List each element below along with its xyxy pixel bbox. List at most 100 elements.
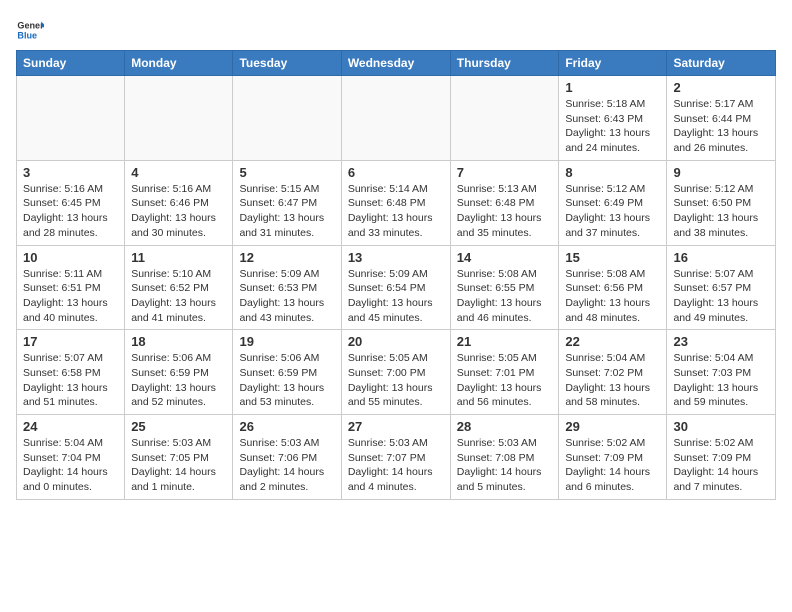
day-info: Sunrise: 5:10 AM Sunset: 6:52 PM Dayligh…: [131, 267, 226, 326]
calendar-cell: 28 Sunrise: 5:03 AM Sunset: 7:08 PM Dayli…: [450, 415, 559, 500]
day-info: Sunrise: 5:07 AM Sunset: 6:57 PM Dayligh…: [673, 267, 769, 326]
day-info: Sunrise: 5:05 AM Sunset: 7:00 PM Dayligh…: [348, 351, 444, 410]
calendar-cell: 9 Sunrise: 5:12 AM Sunset: 6:50 PM Daylig…: [667, 160, 776, 245]
calendar-cell: 14 Sunrise: 5:08 AM Sunset: 6:55 PM Dayli…: [450, 245, 559, 330]
day-info: Sunrise: 5:12 AM Sunset: 6:49 PM Dayligh…: [565, 182, 660, 241]
day-number: 13: [348, 250, 444, 265]
day-info: Sunrise: 5:11 AM Sunset: 6:51 PM Dayligh…: [23, 267, 118, 326]
day-info: Sunrise: 5:08 AM Sunset: 6:56 PM Dayligh…: [565, 267, 660, 326]
day-number: 11: [131, 250, 226, 265]
day-number: 25: [131, 419, 226, 434]
day-number: 24: [23, 419, 118, 434]
day-number: 2: [673, 80, 769, 95]
day-number: 19: [239, 334, 334, 349]
calendar-cell: 7Sunrise: 5:13 AM Sunset: 6:48 PM Daylig…: [450, 160, 559, 245]
day-info: Sunrise: 5:18 AM Sunset: 6:43 PM Dayligh…: [565, 97, 660, 156]
day-number: 16: [673, 250, 769, 265]
day-info: Sunrise: 5:03 AM Sunset: 7:07 PM Dayligh…: [348, 436, 444, 495]
logo: General Blue: [16, 16, 44, 44]
day-info: Sunrise: 5:12 AM Sunset: 6:50 PM Dayligh…: [673, 182, 769, 241]
calendar-cell: 13 Sunrise: 5:09 AM Sunset: 6:54 PM Dayli…: [341, 245, 450, 330]
calendar-cell: 10 Sunrise: 5:11 AM Sunset: 6:51 PM Dayli…: [17, 245, 125, 330]
day-info: Sunrise: 5:02 AM Sunset: 7:09 PM Dayligh…: [673, 436, 769, 495]
day-info: Sunrise: 5:04 AM Sunset: 7:04 PM Dayligh…: [23, 436, 118, 495]
calendar-cell: [341, 76, 450, 161]
day-number: 3: [23, 165, 118, 180]
calendar-week-row: 24 Sunrise: 5:04 AM Sunset: 7:04 PM Dayli…: [17, 415, 776, 500]
day-info: Sunrise: 5:03 AM Sunset: 7:06 PM Dayligh…: [239, 436, 334, 495]
calendar-table: SundayMondayTuesdayWednesdayThursdayFrid…: [16, 50, 776, 500]
calendar-cell: [450, 76, 559, 161]
calendar-cell: 5Sunrise: 5:15 AM Sunset: 6:47 PM Daylig…: [233, 160, 341, 245]
calendar-cell: [125, 76, 233, 161]
calendar-cell: 23 Sunrise: 5:04 AM Sunset: 7:03 PM Dayli…: [667, 330, 776, 415]
day-info: Sunrise: 5:13 AM Sunset: 6:48 PM Dayligh…: [457, 182, 553, 241]
calendar-header-row: SundayMondayTuesdayWednesdayThursdayFrid…: [17, 51, 776, 76]
calendar-cell: 18 Sunrise: 5:06 AM Sunset: 6:59 PM Dayli…: [125, 330, 233, 415]
day-number: 8: [565, 165, 660, 180]
calendar-cell: 20 Sunrise: 5:05 AM Sunset: 7:00 PM Dayli…: [341, 330, 450, 415]
day-info: Sunrise: 5:06 AM Sunset: 6:59 PM Dayligh…: [239, 351, 334, 410]
column-header-friday: Friday: [559, 51, 667, 76]
day-info: Sunrise: 5:04 AM Sunset: 7:03 PM Dayligh…: [673, 351, 769, 410]
day-number: 29: [565, 419, 660, 434]
day-number: 23: [673, 334, 769, 349]
day-info: Sunrise: 5:03 AM Sunset: 7:08 PM Dayligh…: [457, 436, 553, 495]
calendar-cell: 29 Sunrise: 5:02 AM Sunset: 7:09 PM Dayli…: [559, 415, 667, 500]
day-number: 30: [673, 419, 769, 434]
day-info: Sunrise: 5:14 AM Sunset: 6:48 PM Dayligh…: [348, 182, 444, 241]
calendar-cell: 1 Sunrise: 5:18 AM Sunset: 6:43 PM Daylig…: [559, 76, 667, 161]
day-info: Sunrise: 5:09 AM Sunset: 6:54 PM Dayligh…: [348, 267, 444, 326]
calendar-cell: 11 Sunrise: 5:10 AM Sunset: 6:52 PM Dayli…: [125, 245, 233, 330]
day-info: Sunrise: 5:05 AM Sunset: 7:01 PM Dayligh…: [457, 351, 553, 410]
day-number: 4: [131, 165, 226, 180]
calendar-cell: 30 Sunrise: 5:02 AM Sunset: 7:09 PM Dayli…: [667, 415, 776, 500]
day-info: Sunrise: 5:03 AM Sunset: 7:05 PM Dayligh…: [131, 436, 226, 495]
calendar-cell: 19 Sunrise: 5:06 AM Sunset: 6:59 PM Dayli…: [233, 330, 341, 415]
column-header-monday: Monday: [125, 51, 233, 76]
calendar-week-row: 10 Sunrise: 5:11 AM Sunset: 6:51 PM Dayli…: [17, 245, 776, 330]
calendar-cell: 22 Sunrise: 5:04 AM Sunset: 7:02 PM Dayli…: [559, 330, 667, 415]
day-number: 26: [239, 419, 334, 434]
day-number: 14: [457, 250, 553, 265]
column-header-thursday: Thursday: [450, 51, 559, 76]
day-info: Sunrise: 5:09 AM Sunset: 6:53 PM Dayligh…: [239, 267, 334, 326]
day-number: 20: [348, 334, 444, 349]
calendar-cell: 2 Sunrise: 5:17 AM Sunset: 6:44 PM Daylig…: [667, 76, 776, 161]
day-number: 1: [565, 80, 660, 95]
day-number: 17: [23, 334, 118, 349]
calendar-cell: 17 Sunrise: 5:07 AM Sunset: 6:58 PM Dayli…: [17, 330, 125, 415]
calendar-week-row: 3 Sunrise: 5:16 AM Sunset: 6:45 PM Daylig…: [17, 160, 776, 245]
page-header: General Blue: [16, 16, 776, 44]
logo-icon: General Blue: [16, 16, 44, 44]
day-number: 28: [457, 419, 553, 434]
calendar-cell: 4Sunrise: 5:16 AM Sunset: 6:46 PM Daylig…: [125, 160, 233, 245]
day-number: 18: [131, 334, 226, 349]
svg-text:Blue: Blue: [17, 30, 37, 40]
calendar-cell: 21 Sunrise: 5:05 AM Sunset: 7:01 PM Dayli…: [450, 330, 559, 415]
day-number: 21: [457, 334, 553, 349]
day-info: Sunrise: 5:02 AM Sunset: 7:09 PM Dayligh…: [565, 436, 660, 495]
day-info: Sunrise: 5:08 AM Sunset: 6:55 PM Dayligh…: [457, 267, 553, 326]
day-number: 22: [565, 334, 660, 349]
calendar-cell: [17, 76, 125, 161]
day-number: 10: [23, 250, 118, 265]
day-info: Sunrise: 5:07 AM Sunset: 6:58 PM Dayligh…: [23, 351, 118, 410]
calendar-cell: 24 Sunrise: 5:04 AM Sunset: 7:04 PM Dayli…: [17, 415, 125, 500]
calendar-cell: 15 Sunrise: 5:08 AM Sunset: 6:56 PM Dayli…: [559, 245, 667, 330]
day-number: 15: [565, 250, 660, 265]
column-header-saturday: Saturday: [667, 51, 776, 76]
calendar-cell: 8 Sunrise: 5:12 AM Sunset: 6:49 PM Daylig…: [559, 160, 667, 245]
day-info: Sunrise: 5:15 AM Sunset: 6:47 PM Dayligh…: [239, 182, 334, 241]
day-info: Sunrise: 5:04 AM Sunset: 7:02 PM Dayligh…: [565, 351, 660, 410]
calendar-week-row: 17 Sunrise: 5:07 AM Sunset: 6:58 PM Dayli…: [17, 330, 776, 415]
day-info: Sunrise: 5:16 AM Sunset: 6:45 PM Dayligh…: [23, 182, 118, 241]
day-number: 9: [673, 165, 769, 180]
calendar-week-row: 1 Sunrise: 5:18 AM Sunset: 6:43 PM Daylig…: [17, 76, 776, 161]
day-info: Sunrise: 5:06 AM Sunset: 6:59 PM Dayligh…: [131, 351, 226, 410]
column-header-sunday: Sunday: [17, 51, 125, 76]
column-header-wednesday: Wednesday: [341, 51, 450, 76]
column-header-tuesday: Tuesday: [233, 51, 341, 76]
calendar-cell: [233, 76, 341, 161]
day-info: Sunrise: 5:17 AM Sunset: 6:44 PM Dayligh…: [673, 97, 769, 156]
